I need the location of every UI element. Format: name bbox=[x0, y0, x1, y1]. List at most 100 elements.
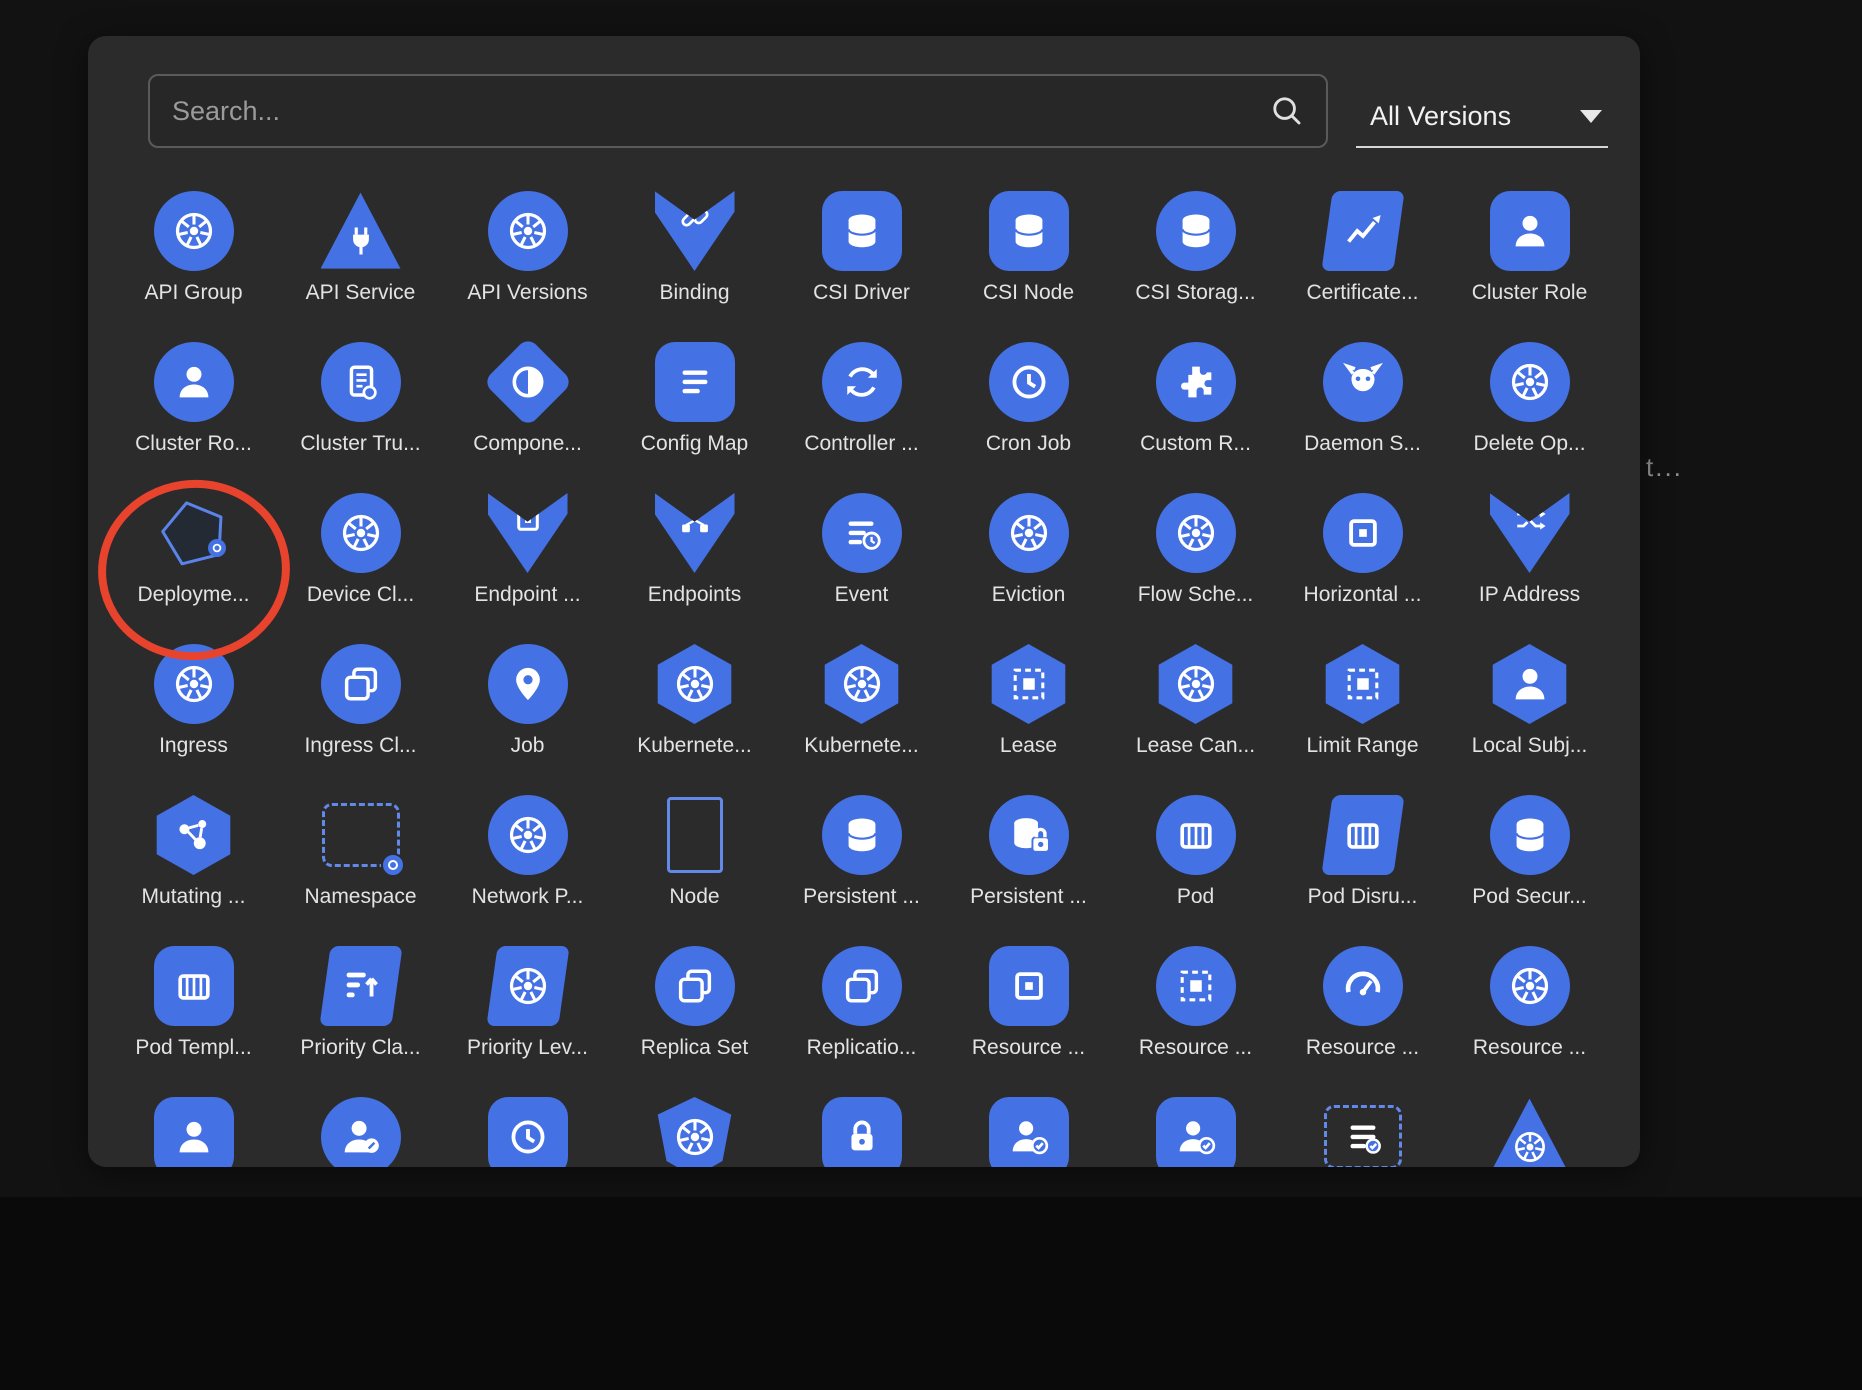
grid-item[interactable]: Namespace bbox=[277, 787, 444, 938]
grid-item[interactable]: Pod Disru... bbox=[1279, 787, 1446, 938]
grid-item[interactable]: Compone... bbox=[444, 334, 611, 485]
chevron-shape-icon bbox=[655, 493, 735, 573]
sync-icon bbox=[839, 359, 885, 405]
wheel-icon bbox=[1173, 510, 1219, 556]
grid-item[interactable]: CSI Node bbox=[945, 183, 1112, 334]
grid-item[interactable]: Lease bbox=[945, 636, 1112, 787]
grid-item[interactable]: Limit Range bbox=[1279, 636, 1446, 787]
grid-item[interactable] bbox=[444, 1089, 611, 1167]
grid-item[interactable]: CSI Driver bbox=[778, 183, 945, 334]
grid-item[interactable]: Pod Secur... bbox=[1446, 787, 1613, 938]
grid-item[interactable]: Delete Op... bbox=[1446, 334, 1613, 485]
wheel-icon bbox=[1006, 510, 1052, 556]
grid-item-label: Lease bbox=[1000, 734, 1057, 758]
grid-item[interactable]: Ingress bbox=[110, 636, 277, 787]
grid-item-label: Kubernete... bbox=[637, 734, 751, 758]
grid-item[interactable] bbox=[1446, 1089, 1613, 1167]
grid-item[interactable]: Event bbox=[778, 485, 945, 636]
grid-item[interactable]: Cluster Role bbox=[1446, 183, 1613, 334]
grid-item[interactable]: Node bbox=[611, 787, 778, 938]
grid-item[interactable]: Certificate... bbox=[1279, 183, 1446, 334]
grid-item-label: Pod Secur... bbox=[1472, 885, 1586, 909]
grid-item[interactable]: Controller ... bbox=[778, 334, 945, 485]
grid-item-label: API Group bbox=[144, 281, 242, 305]
grid-item[interactable]: Device Cl... bbox=[277, 485, 444, 636]
grid-item[interactable]: Eviction bbox=[945, 485, 1112, 636]
search-box[interactable] bbox=[148, 74, 1328, 148]
grid-item[interactable]: Resource ... bbox=[1446, 938, 1613, 1089]
grid-item[interactable] bbox=[1279, 1089, 1446, 1167]
grid-item[interactable]: Endpoint ... bbox=[444, 485, 611, 636]
circle-shape-icon bbox=[488, 644, 568, 724]
circle-shape-icon bbox=[321, 342, 401, 422]
grid-item[interactable]: IP Address bbox=[1446, 485, 1613, 636]
grid-item[interactable]: Replica Set bbox=[611, 938, 778, 1089]
square-shape-icon bbox=[154, 1097, 234, 1167]
grid-item[interactable] bbox=[945, 1089, 1112, 1167]
grid-item[interactable]: Mutating ... bbox=[110, 787, 277, 938]
grid-item[interactable]: CSI Storag... bbox=[1112, 183, 1279, 334]
grid-item[interactable]: Pod bbox=[1112, 787, 1279, 938]
grid-item[interactable]: Kubernete... bbox=[778, 636, 945, 787]
grid-item[interactable] bbox=[778, 1089, 945, 1167]
grid-item-label: Binding bbox=[659, 281, 729, 305]
grid-item-label: Compone... bbox=[473, 432, 582, 456]
grid-item-label: Device Cl... bbox=[307, 583, 414, 607]
grid-item[interactable]: Job bbox=[444, 636, 611, 787]
grid-item[interactable]: Replicatio... bbox=[778, 938, 945, 1089]
grid-item[interactable]: Pod Templ... bbox=[110, 938, 277, 1089]
grid-item[interactable]: Persistent ... bbox=[945, 787, 1112, 938]
grid-item[interactable]: Local Subj... bbox=[1446, 636, 1613, 787]
grid-item[interactable]: Binding bbox=[611, 183, 778, 334]
grid-item[interactable]: Deployme... bbox=[110, 485, 277, 636]
grid-item[interactable]: Flow Sche... bbox=[1112, 485, 1279, 636]
square-shape-icon bbox=[989, 1097, 1069, 1167]
database-icon bbox=[839, 812, 885, 858]
grid-item[interactable]: Custom R... bbox=[1112, 334, 1279, 485]
grid-item[interactable]: Resource ... bbox=[1112, 938, 1279, 1089]
flag-shape-icon bbox=[1321, 795, 1404, 875]
grid-item[interactable]: Lease Can... bbox=[1112, 636, 1279, 787]
grid-item[interactable]: Persistent ... bbox=[778, 787, 945, 938]
grid-item[interactable]: API Versions bbox=[444, 183, 611, 334]
chevron-shape-icon bbox=[1490, 493, 1570, 573]
grid-item[interactable]: Cluster Tru... bbox=[277, 334, 444, 485]
grid-item[interactable]: Config Map bbox=[611, 334, 778, 485]
grid-item[interactable]: Priority Lev... bbox=[444, 938, 611, 1089]
puzzle-icon bbox=[1173, 359, 1219, 405]
grid-item[interactable] bbox=[277, 1089, 444, 1167]
square-shape-icon bbox=[822, 191, 902, 271]
grid-item[interactable]: Resource ... bbox=[1279, 938, 1446, 1089]
grid-item[interactable]: Priority Cla... bbox=[277, 938, 444, 1089]
grid-item[interactable]: Kubernete... bbox=[611, 636, 778, 787]
outline-shape-icon bbox=[667, 797, 723, 873]
search-input[interactable] bbox=[170, 95, 1268, 128]
grid-item[interactable] bbox=[110, 1089, 277, 1167]
grid-item-label: Mutating ... bbox=[142, 885, 246, 909]
pin-icon bbox=[505, 661, 551, 707]
grid-item[interactable]: Network P... bbox=[444, 787, 611, 938]
grid-item[interactable]: Cluster Ro... bbox=[110, 334, 277, 485]
grid-item-label: Delete Op... bbox=[1473, 432, 1585, 456]
grid-item[interactable]: Ingress Cl... bbox=[277, 636, 444, 787]
grid-item-label: Resource ... bbox=[1306, 1036, 1419, 1060]
grid-item[interactable]: Cron Job bbox=[945, 334, 1112, 485]
dashed-shape-icon bbox=[1324, 1105, 1402, 1167]
grid-item-label: Resource ... bbox=[972, 1036, 1085, 1060]
grid-item[interactable] bbox=[611, 1089, 778, 1167]
grid-item-label: Cron Job bbox=[986, 432, 1071, 456]
grid-item[interactable]: Endpoints bbox=[611, 485, 778, 636]
copy-icon bbox=[338, 661, 384, 707]
grid-item[interactable]: Resource ... bbox=[945, 938, 1112, 1089]
version-filter-dropdown[interactable]: All Versions bbox=[1356, 86, 1608, 148]
square-shape-icon bbox=[488, 1097, 568, 1167]
grid-item[interactable]: Horizontal ... bbox=[1279, 485, 1446, 636]
grid-item[interactable]: API Service bbox=[277, 183, 444, 334]
grid-item[interactable]: Daemon S... bbox=[1279, 334, 1446, 485]
plug-icon bbox=[342, 222, 380, 260]
grid-item[interactable]: API Group bbox=[110, 183, 277, 334]
grid-item[interactable] bbox=[1112, 1089, 1279, 1167]
gauge-icon bbox=[1340, 963, 1386, 1009]
grid-item-label: Endpoints bbox=[648, 583, 741, 607]
circle-shape-icon bbox=[1156, 795, 1236, 875]
